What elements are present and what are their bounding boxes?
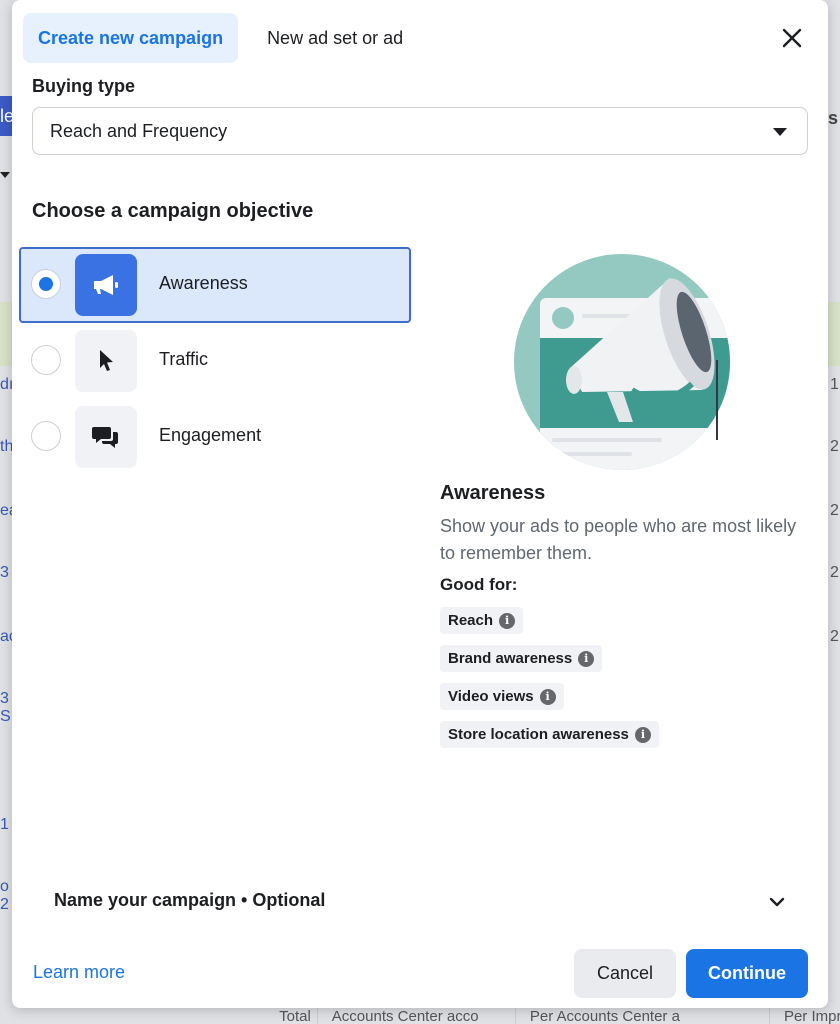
background-table-row: ea bbox=[0, 502, 12, 519]
info-icon[interactable]: i bbox=[499, 612, 516, 629]
background-table-cell: 2 bbox=[830, 438, 839, 455]
tag-brand-awareness: Brand awareness i bbox=[440, 645, 603, 672]
background-table-row: 3 bbox=[0, 564, 9, 581]
background-table-row: 3 S bbox=[0, 690, 11, 725]
background-button: le bbox=[0, 96, 12, 136]
background-table-row: 1 bbox=[0, 816, 9, 833]
objective-label: Engagement bbox=[159, 425, 262, 445]
close-button[interactable] bbox=[778, 24, 806, 52]
learn-more-link[interactable]: Learn more bbox=[33, 962, 125, 983]
create-campaign-dialog: Create new campaign New ad set or ad Buy… bbox=[12, 0, 828, 1008]
info-icon[interactable]: i bbox=[578, 650, 595, 667]
detail-title: Awareness bbox=[440, 482, 546, 504]
detail-description: Show your ads to people who are most lik… bbox=[440, 516, 797, 563]
chevron-down-icon bbox=[769, 897, 785, 907]
tag-store-location-awareness: Store location awareness i bbox=[440, 721, 659, 748]
name-campaign-toggle[interactable]: Name your campaign • Optional bbox=[54, 890, 786, 916]
chat-bubbles-icon bbox=[75, 406, 137, 468]
tag-reach: Reach i bbox=[440, 607, 524, 634]
buying-type-label: Buying type bbox=[32, 76, 136, 96]
background-table-cell: 2 bbox=[830, 502, 839, 519]
cursor-icon bbox=[75, 330, 137, 392]
awareness-illustration bbox=[514, 254, 730, 470]
objective-label: Traffic bbox=[159, 349, 209, 369]
objective-option-traffic[interactable]: Traffic bbox=[19, 323, 411, 399]
background-table-row: th bbox=[0, 438, 12, 455]
background-highlight-row-right bbox=[828, 302, 840, 366]
objective-detail-panel: Awareness Show your ads to people who ar… bbox=[440, 482, 810, 759]
objective-label: Awareness bbox=[159, 273, 248, 293]
background-highlight-row bbox=[0, 302, 12, 366]
background-table-cell: 1 bbox=[830, 376, 839, 393]
buying-type-select[interactable]: Reach and Frequency bbox=[32, 107, 808, 155]
background-table-footer: Total Accounts Center acco Per Accounts … bbox=[279, 1008, 840, 1024]
objective-list: Awareness Traffic Engagement bbox=[19, 247, 411, 475]
buying-type-value: Reach and Frequency bbox=[50, 120, 228, 141]
info-icon[interactable]: i bbox=[539, 688, 556, 705]
good-for-label: Good for: bbox=[440, 575, 518, 594]
caret-down-icon bbox=[773, 128, 787, 136]
continue-button[interactable]: Continue bbox=[686, 949, 808, 998]
radio-traffic[interactable] bbox=[31, 345, 61, 375]
objective-option-engagement[interactable]: Engagement bbox=[19, 399, 411, 475]
background-caret-icon bbox=[0, 172, 10, 178]
background-text: s bbox=[827, 108, 838, 128]
background-table-row: ac bbox=[0, 628, 12, 645]
background-table-row: dı bbox=[0, 376, 12, 393]
background-table-cell: 2 bbox=[830, 564, 839, 581]
radio-engagement[interactable] bbox=[31, 421, 61, 451]
background-table-row: o 2 bbox=[0, 878, 9, 913]
info-icon[interactable]: i bbox=[634, 726, 651, 743]
dialog-tabs: Create new campaign New ad set or ad bbox=[23, 13, 418, 63]
cancel-button[interactable]: Cancel bbox=[574, 949, 676, 998]
name-campaign-label: Name your campaign • Optional bbox=[54, 890, 326, 910]
background-table-cell: 2 bbox=[830, 628, 839, 645]
radio-awareness[interactable] bbox=[31, 269, 61, 299]
tag-video-views: Video views i bbox=[440, 683, 564, 710]
tab-create-new-campaign[interactable]: Create new campaign bbox=[23, 13, 239, 63]
objective-option-awareness[interactable]: Awareness bbox=[19, 247, 411, 323]
tab-new-ad-set-or-ad[interactable]: New ad set or ad bbox=[252, 13, 418, 63]
close-icon bbox=[782, 28, 802, 48]
megaphone-icon bbox=[75, 254, 137, 316]
objective-heading: Choose a campaign objective bbox=[32, 200, 314, 222]
